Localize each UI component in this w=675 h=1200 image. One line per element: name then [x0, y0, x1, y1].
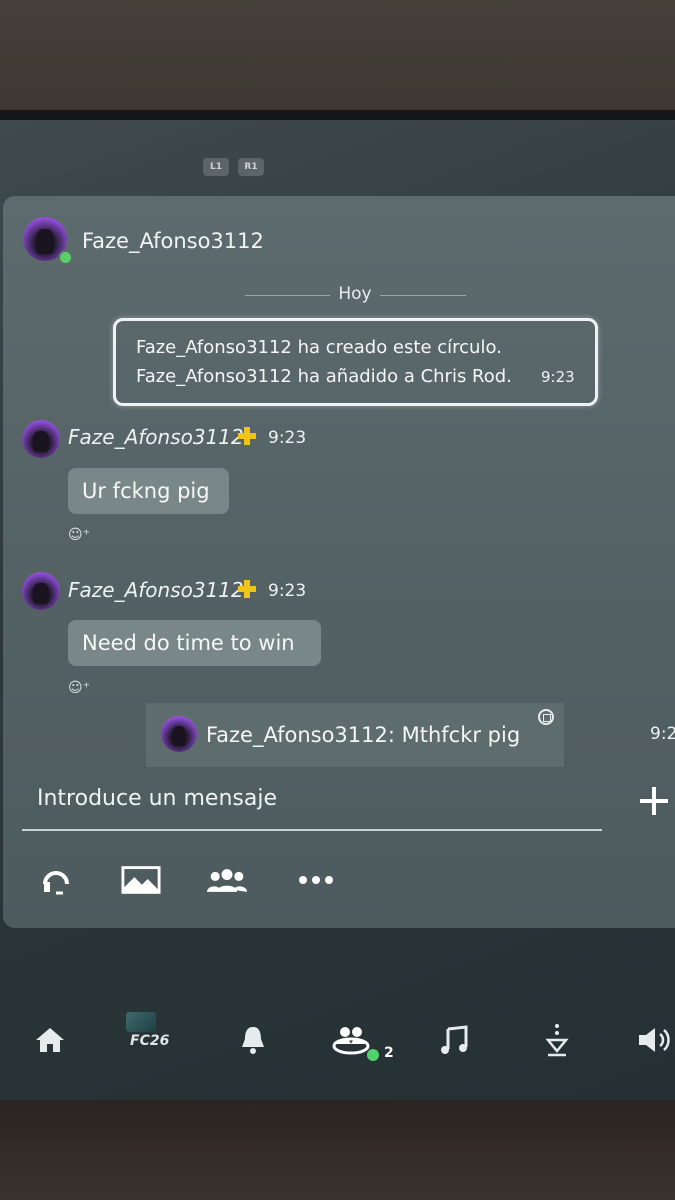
l1-hint: L1	[203, 158, 229, 176]
date-separator: Hoy	[338, 284, 372, 304]
message-avatar[interactable]	[22, 420, 60, 458]
message-time: 9:23	[268, 428, 307, 448]
close-reply-icon[interactable]	[538, 709, 554, 725]
online-friends-count: 2	[384, 1045, 394, 1061]
music-icon[interactable]	[434, 1020, 474, 1060]
divider-left	[245, 295, 330, 296]
reply-avatar	[161, 716, 197, 752]
system-line-1: Faze_Afonso3112 ha creado este círculo.	[136, 337, 502, 358]
message-input[interactable]: Introduce un mensaje	[37, 786, 277, 811]
reply-time: 9:2	[650, 724, 675, 744]
message-time: 9:23	[268, 581, 307, 601]
reply-preview-text: Faze_Afonso3112: Mthfckr pig	[206, 723, 521, 747]
headset-icon[interactable]	[36, 862, 76, 898]
message-sender[interactable]: Faze_Afonso3112	[68, 425, 244, 449]
members-icon[interactable]	[207, 862, 247, 898]
ps-plus-icon	[238, 427, 256, 445]
sound-icon[interactable]	[636, 1020, 672, 1060]
chat-panel	[3, 196, 675, 928]
chat-title[interactable]: Faze_Afonso3112	[82, 229, 264, 253]
background-floor	[0, 1100, 675, 1200]
ps-plus-icon	[238, 580, 256, 598]
more-options-icon[interactable]	[296, 862, 336, 898]
message-bubble[interactable]: Need do time to win	[68, 620, 321, 666]
divider-right	[380, 295, 466, 296]
share-screen-icon[interactable]	[121, 862, 161, 898]
downloads-icon[interactable]	[537, 1020, 577, 1060]
background-wall	[0, 0, 675, 120]
home-icon[interactable]	[30, 1020, 70, 1060]
reply-preview[interactable]: Faze_Afonso3112: Mthfckr pig	[146, 703, 564, 767]
online-status-dot	[58, 250, 73, 265]
system-time: 9:23	[541, 368, 575, 386]
message-avatar[interactable]	[22, 572, 60, 610]
system-message: Faze_Afonso3112 ha creado este círculo. …	[113, 318, 598, 406]
online-friends-dot	[367, 1049, 379, 1061]
r1-hint: R1	[238, 158, 264, 176]
game-tile[interactable]	[126, 1012, 156, 1032]
message-sender[interactable]: Faze_Afonso3112	[68, 578, 244, 602]
add-reaction-icon[interactable]: ☺⁺	[68, 527, 90, 543]
add-icon[interactable]	[638, 785, 670, 817]
game-fc26-label[interactable]: FC26	[130, 1033, 169, 1049]
system-line-2: Faze_Afonso3112 ha añadido a Chris Rod.	[136, 366, 512, 387]
input-underline	[22, 829, 602, 831]
game-base-icon[interactable]	[331, 1020, 371, 1060]
notifications-icon[interactable]	[233, 1020, 273, 1060]
message-bubble[interactable]: Ur fckng pig	[68, 468, 229, 514]
add-reaction-icon[interactable]: ☺⁺	[68, 680, 90, 696]
